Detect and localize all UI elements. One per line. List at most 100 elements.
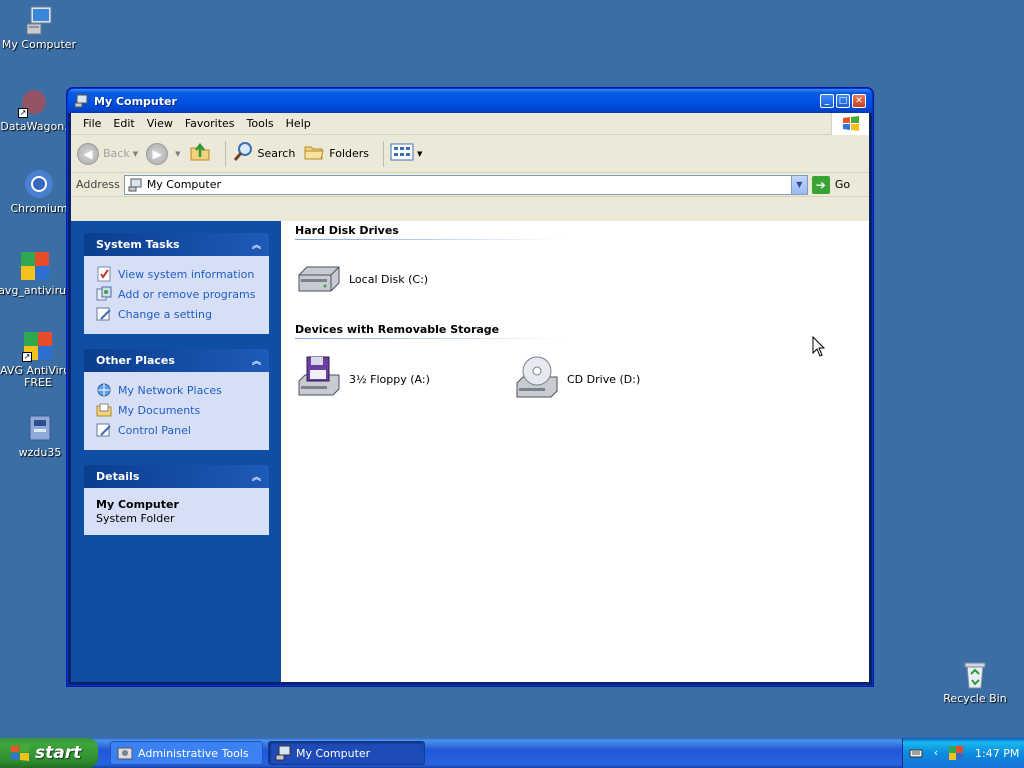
computer-icon (74, 94, 88, 108)
address-label: Address (76, 178, 120, 191)
my-computer-window: My Computer _ □ ✕ File Edit View Favorit… (67, 88, 873, 686)
collapse-chevron-icon[interactable]: ︽ (252, 238, 261, 251)
task-label: My Computer (296, 746, 371, 760)
chromium-icon (23, 168, 55, 200)
taskbar-item-administrative-tools[interactable]: Administrative Tools (110, 741, 263, 765)
change-a-setting-link[interactable]: Change a setting (96, 304, 257, 324)
settings-icon (96, 306, 112, 322)
address-bar: Address My Computer ▼ ➔ Go (71, 173, 869, 197)
views-icon (390, 142, 414, 165)
drive-label: 3½ Floppy (A:) (349, 372, 430, 386)
system-tasks-header[interactable]: System Tasks ︽ (84, 233, 269, 256)
link-label: Add or remove programs (118, 287, 256, 301)
desktop-icon-recycle-bin[interactable]: Recycle Bin (937, 658, 1013, 705)
computer-icon (275, 745, 291, 761)
search-icon (232, 141, 254, 166)
task-label: Administrative Tools (138, 746, 249, 760)
keyboard-icon[interactable] (909, 746, 923, 760)
chevron-down-icon[interactable]: ▼ (133, 150, 138, 158)
menu-edit[interactable]: Edit (107, 117, 140, 130)
link-label: View system information (118, 267, 255, 281)
details-panel: Details ︽ My Computer System Folder (84, 465, 269, 535)
menu-help[interactable]: Help (280, 117, 317, 130)
section-divider (295, 338, 563, 339)
chevron-down-icon[interactable]: ▼ (175, 150, 180, 158)
menu-tools[interactable]: Tools (241, 117, 280, 130)
other-places-header[interactable]: Other Places ︽ (84, 349, 269, 372)
my-documents-link[interactable]: My Documents (96, 400, 257, 420)
menu-file[interactable]: File (77, 117, 107, 130)
control-panel-link[interactable]: Control Panel (96, 420, 257, 440)
control-panel-icon (96, 422, 112, 438)
menu-bar: File Edit View Favorites Tools Help (71, 113, 869, 135)
documents-folder-icon (96, 402, 112, 418)
views-button[interactable]: ▼ (390, 142, 422, 165)
shortcut-arrow-icon: ↗ (22, 352, 32, 362)
avg-tray-icon[interactable] (949, 746, 963, 760)
my-network-places-link[interactable]: My Network Places (96, 380, 257, 400)
desktop-icon-label: Recycle Bin (943, 692, 1007, 705)
administrative-tools-icon (117, 745, 133, 761)
shortcut-arrow-icon: ↗ (18, 108, 28, 118)
add-remove-programs-link[interactable]: Add or remove programs (96, 284, 257, 304)
taskbar-item-my-computer[interactable]: My Computer (268, 741, 425, 765)
network-places-icon (96, 382, 112, 398)
maximize-button[interactable]: □ (836, 94, 850, 108)
desktop-icon-avg-antivirus-free[interactable]: ↗ AVG AntiVirus FREE (0, 330, 76, 389)
taskbar: start Administrative Tools My Computer ‹… (0, 738, 1024, 768)
other-places-title: Other Places (96, 354, 175, 367)
desktop-icon-chromium[interactable]: Chromium (1, 168, 77, 215)
window-body: System Tasks ︽ View system information A… (71, 221, 869, 682)
menu-view[interactable]: View (141, 117, 179, 130)
start-label: start (35, 743, 82, 763)
view-system-information-link[interactable]: View system information (96, 264, 257, 284)
folders-button[interactable]: Folders (303, 141, 369, 166)
menu-favorites[interactable]: Favorites (179, 117, 241, 130)
start-button[interactable]: start (0, 738, 98, 768)
standard-toolbar: ◀ Back ▼ ▶ ▼ Search Folders ▼ (71, 135, 869, 173)
folder-up-icon (189, 141, 211, 166)
collapse-chevron-icon[interactable]: ︽ (252, 354, 261, 367)
windows-logo-icon (10, 743, 30, 763)
chevron-down-icon[interactable]: ▼ (790, 175, 807, 194)
desktop-icon-label: AVG AntiVirus FREE (0, 364, 76, 389)
link-label: My Documents (118, 403, 201, 417)
go-button[interactable]: ➔ Go (811, 175, 851, 194)
collapse-chevron-icon[interactable]: ︽ (252, 470, 261, 483)
window-titlebar[interactable]: My Computer _ □ ✕ (68, 89, 872, 113)
desktop-icon-avg-antivirus[interactable]: avg_antivirus (0, 250, 73, 297)
forward-button[interactable]: ▶ ▼ (146, 142, 181, 165)
details-title: Details (96, 470, 140, 483)
minimize-button[interactable]: _ (820, 94, 834, 108)
folders-label: Folders (329, 147, 370, 160)
avg-icon (19, 250, 51, 282)
window-title: My Computer (94, 94, 177, 108)
chevron-down-icon[interactable]: ▼ (417, 150, 422, 158)
link-label: My Network Places (118, 383, 222, 397)
search-label: Search (257, 147, 296, 160)
desktop-icon-my-computer[interactable]: My Computer (1, 4, 77, 51)
address-input[interactable]: My Computer ▼ (123, 174, 808, 195)
local-disk-c[interactable]: Local Disk (C:) (295, 255, 428, 303)
floppy-drive-a[interactable]: 3½ Floppy (A:) (295, 355, 430, 403)
desktop-icon-label: My Computer (1, 38, 77, 51)
system-tasks-panel: System Tasks ︽ View system information A… (84, 233, 269, 334)
link-label: Control Panel (118, 423, 191, 437)
cd-drive-d[interactable]: CD Drive (D:) (513, 355, 640, 403)
details-header[interactable]: Details ︽ (84, 465, 269, 488)
up-folder-button[interactable] (189, 141, 211, 166)
clock[interactable]: 1:47 PM (975, 747, 1019, 760)
floppy-drive-icon (295, 355, 343, 403)
show-hidden-icons-chevron-icon[interactable]: ‹ (929, 746, 943, 760)
system-tasks-title: System Tasks (96, 238, 180, 251)
removable-storage-heading: Devices with Removable Storage (295, 323, 500, 336)
section-divider (295, 239, 563, 240)
folder-content: Hard Disk Drives Local Disk (C:) Devices… (281, 221, 869, 682)
back-label: Back (103, 147, 130, 160)
mouse-pointer-icon (812, 335, 826, 361)
close-button[interactable]: ✕ (852, 94, 866, 108)
search-button[interactable]: Search (232, 141, 296, 166)
back-button[interactable]: ◀ Back ▼ (77, 142, 138, 165)
desktop-icon-datawagon[interactable]: ↗ DataWagon. (0, 86, 72, 133)
go-label: Go (834, 178, 851, 191)
